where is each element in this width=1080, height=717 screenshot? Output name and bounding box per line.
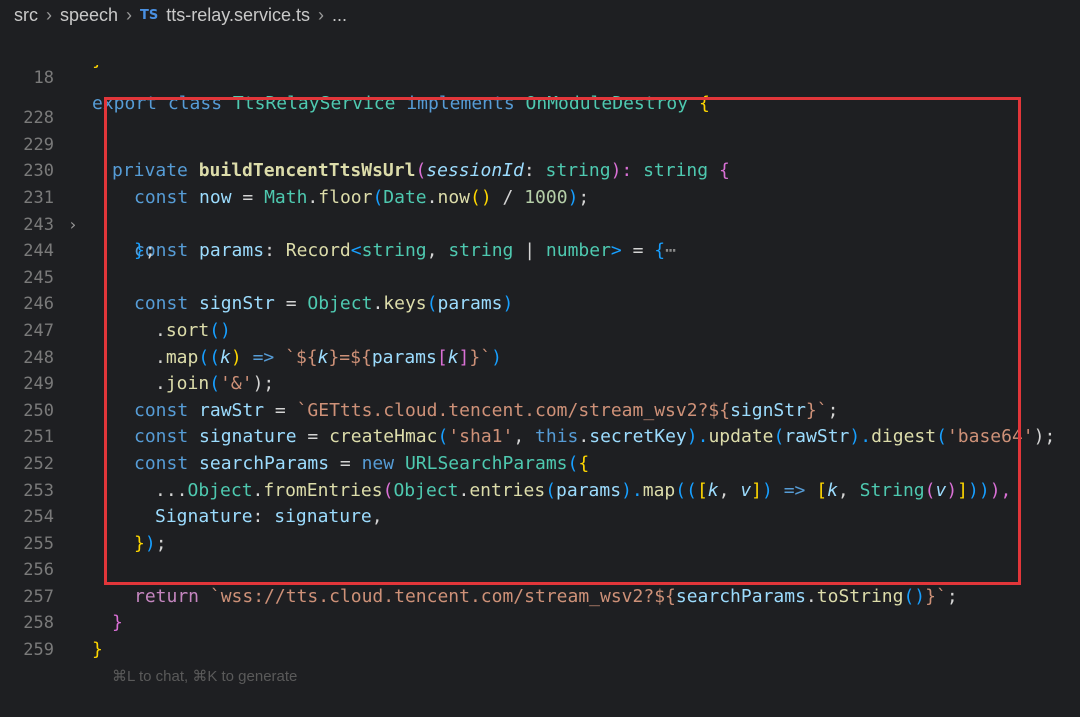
breadcrumb-file[interactable]: tts-relay.service.ts	[166, 5, 310, 26]
code-line[interactable]: 256 return `wss://tts.cloud.tencent.com/…	[0, 531, 1080, 607]
code-line[interactable]: 259 ⌘L to chat, ⌘K to generate	[0, 610, 1080, 685]
code-line[interactable]: 252 ...Object.fromEntries(Object.entries…	[0, 424, 1080, 501]
code-editor[interactable]: 18 export class TtsRelayService implemen…	[0, 38, 1080, 685]
code-line[interactable]: 246 .sort()	[0, 265, 1080, 341]
code-line[interactable]: 248 .join('&');	[0, 318, 1080, 395]
code-line[interactable]: 230 const now = Math.floor(Date.now() / …	[0, 132, 1080, 208]
line-number: 259	[23, 640, 54, 661]
breadcrumb-src[interactable]: src	[14, 5, 38, 26]
code-line[interactable]: 228	[0, 79, 1080, 128]
code-line[interactable]: 251 const searchParams = new URLSearchPa…	[0, 398, 1080, 474]
code-line[interactable]: 255	[0, 504, 1080, 554]
code-line: }	[92, 65, 103, 69]
breadcrumb-speech[interactable]: speech	[60, 5, 118, 26]
typescript-file-icon: TS	[140, 7, 159, 23]
sticky-scroll-line[interactable]: 18 export class TtsRelayService implemen…	[0, 38, 1080, 114]
code-line[interactable]: 231 › const params: Record<string, strin…	[0, 158, 1080, 261]
code-line[interactable]: 229 private buildTencentTtsWsUrl(session…	[0, 105, 1080, 182]
code-line[interactable]: 244	[0, 212, 1080, 261]
code-line[interactable]: 254 });	[0, 478, 1080, 554]
code-line[interactable]: 247 .map((k) => `${k}=${params[k]}`)	[0, 291, 1080, 368]
ai-hint-text: ⌘L to chat, ⌘K to generate	[112, 667, 298, 685]
chevron-right-icon: ›	[317, 4, 324, 25]
code-line[interactable]: 249 const rawStr = `GETtts.cloud.tencent…	[0, 345, 1080, 421]
breadcrumb-symbol[interactable]: ...	[332, 5, 347, 26]
code-line[interactable]: 257 }	[0, 557, 1080, 634]
code-line[interactable]: 250 const signature = createHmac('sha1',…	[0, 371, 1080, 448]
code-line[interactable]: 253 Signature: signature,	[0, 451, 1080, 528]
code-line[interactable]: 245 const signStr = Object.keys(params)	[0, 238, 1080, 315]
chevron-right-icon: ›	[126, 4, 133, 25]
code-line[interactable]: 258 }	[0, 584, 1080, 660]
breadcrumb: src › speech › TS tts-relay.service.ts ›…	[0, 0, 1080, 30]
code-line[interactable]: 243 };	[0, 185, 1080, 262]
partial-line: 227 }	[0, 65, 1080, 79]
chevron-right-icon: ›	[46, 4, 52, 25]
line-number: 227	[0, 65, 54, 69]
